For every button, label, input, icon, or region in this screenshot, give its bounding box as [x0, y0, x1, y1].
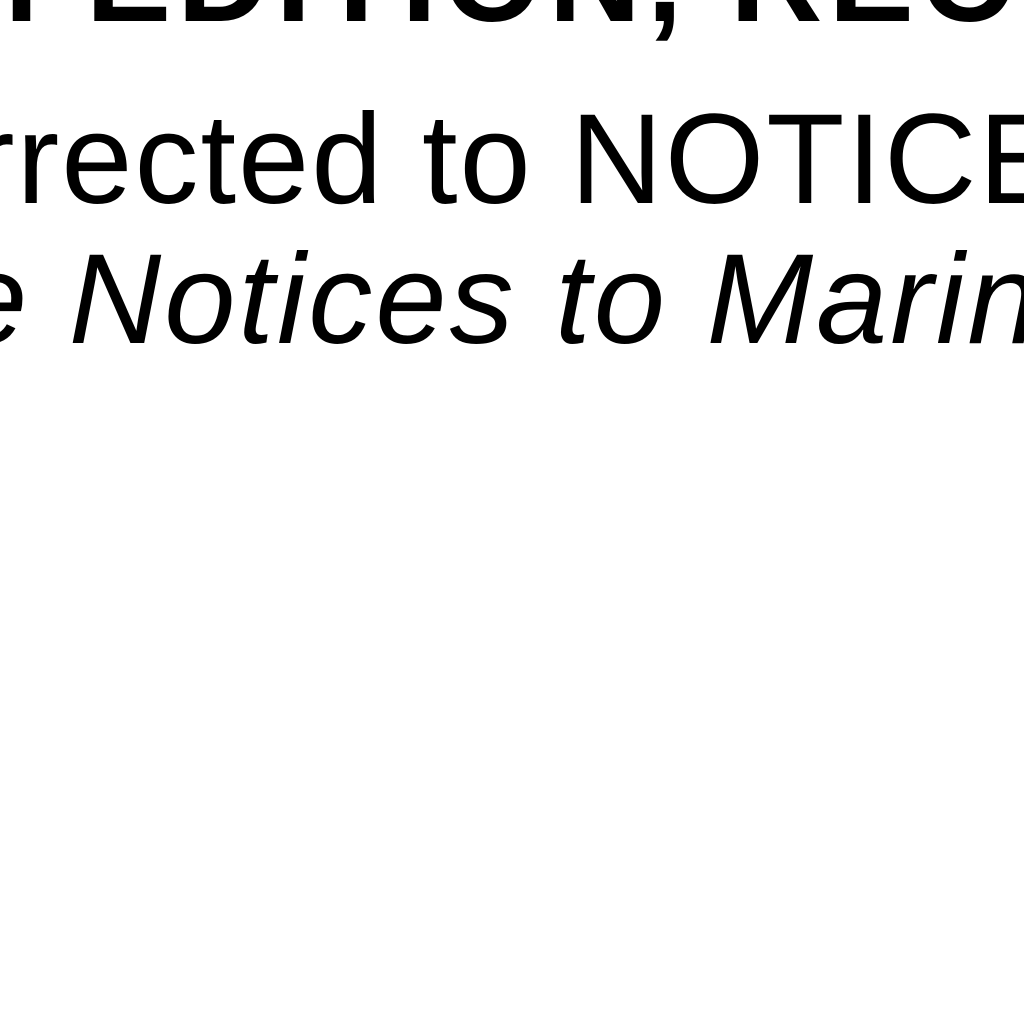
edition-heading-fragment: n EDITION, REC: [0, 0, 1018, 42]
notices-to-mariners-text: e Notices to Marin: [0, 228, 1024, 371]
corrected-to-notice-text: rrected to NOTICE: [0, 88, 1024, 231]
document-page: n EDITION, REC rrected to NOTICE e Notic…: [0, 0, 1024, 1024]
